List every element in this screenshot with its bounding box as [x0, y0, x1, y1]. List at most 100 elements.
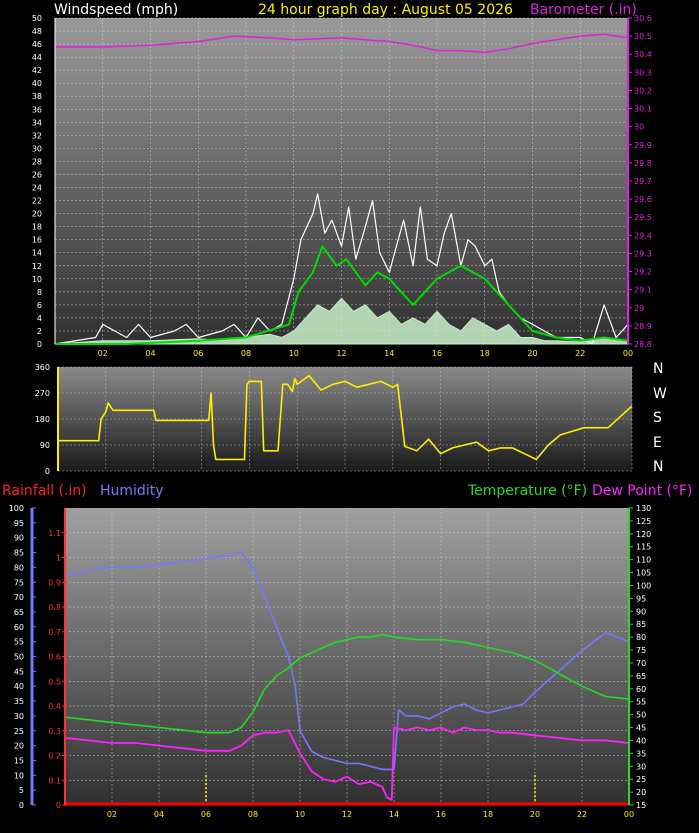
compass-label-north-top: N: [653, 361, 663, 377]
temperature-tick-label: 130: [636, 504, 651, 513]
windspeed-tick-label: 28: [32, 157, 42, 166]
barometer-tick-label: 29.2: [634, 268, 652, 277]
rainfall-tick-label: 0.9: [48, 578, 61, 587]
direction-tick-label: 0: [45, 467, 50, 476]
wind-time-label: 16: [432, 349, 442, 358]
humidity-tick-label: 50: [14, 653, 24, 662]
humidity-tick-label: 0: [19, 801, 24, 810]
barometer-tick-label: 30.6: [634, 14, 652, 23]
barometer-tick-label: 30.1: [634, 105, 652, 114]
humidity-tick-label: 10: [14, 771, 24, 780]
humidity-tick-label: 100: [9, 504, 24, 513]
rain-time-label: 10: [295, 810, 305, 819]
windspeed-tick-label: 24: [32, 184, 42, 193]
barometer-tick-label: 30.4: [634, 50, 652, 59]
compass-label-north-bottom: N: [653, 459, 663, 475]
temperature-tick-label: 110: [636, 556, 651, 565]
rain-time-label: 00: [624, 810, 634, 819]
rain-time-label: 18: [483, 810, 493, 819]
humidity-tick-label: 75: [14, 578, 24, 587]
wind-time-label: 22: [575, 349, 585, 358]
windspeed-tick-label: 34: [32, 118, 42, 127]
rainfall-tick-label: 0.7: [48, 628, 61, 637]
barometer-tick-label: 28.8: [634, 340, 652, 349]
barometer-tick-label: 29.8: [634, 159, 652, 168]
humidity-tick-label: 15: [14, 756, 24, 765]
temperature-tick-label: 105: [636, 569, 651, 578]
windspeed-axis-label: Windspeed (mph): [54, 2, 178, 18]
rain-time-label: 22: [577, 810, 587, 819]
temperature-tick-label: 100: [636, 581, 651, 590]
windspeed-tick-label: 6: [37, 301, 42, 310]
humidity-tick-label: 40: [14, 682, 24, 691]
humidity-tick-label: 65: [14, 608, 24, 617]
rainfall-tick-label: 1: [56, 554, 61, 563]
rainfall-tick-label: 0.3: [48, 727, 61, 736]
wind-time-label: 02: [98, 349, 108, 358]
windspeed-tick-label: 44: [32, 53, 42, 62]
direction-tick-label: 180: [35, 415, 50, 424]
windspeed-tick-label: 20: [32, 210, 42, 219]
temperature-tick-label: 30: [636, 762, 646, 771]
temperature-tick-label: 25: [636, 775, 646, 784]
windspeed-tick-label: 14: [32, 249, 42, 258]
temperature-tick-label: 45: [636, 724, 646, 733]
windspeed-tick-label: 22: [32, 197, 42, 206]
windspeed-tick-label: 18: [32, 223, 42, 232]
humidity-tick-label: 80: [14, 563, 24, 572]
windspeed-tick-label: 30: [32, 144, 42, 153]
direction-tick-label: 270: [35, 389, 50, 398]
temperature-tick-label: 60: [636, 685, 646, 694]
temperature-tick-label: 125: [636, 517, 651, 526]
wind-time-label: 12: [336, 349, 346, 358]
direction-tick-label: 360: [35, 363, 50, 372]
barometer-tick-label: 29.4: [634, 231, 652, 240]
rain-time-label: 16: [436, 810, 446, 819]
barometer-tick-label: 28.9: [634, 322, 652, 331]
humidity-tick-label: 90: [14, 534, 24, 543]
rainfall-tick-label: 0.8: [48, 603, 61, 612]
rain-time-label: 02: [107, 810, 117, 819]
rainfall-tick-label: 0.5: [48, 677, 61, 686]
temperature-tick-label: 35: [636, 749, 646, 758]
humidity-tick-label: 35: [14, 697, 24, 706]
windspeed-tick-label: 48: [32, 27, 42, 36]
windspeed-tick-label: 2: [37, 327, 42, 336]
temperature-tick-label: 20: [636, 788, 646, 797]
windspeed-tick-label: 0: [37, 340, 42, 349]
windspeed-tick-label: 38: [32, 92, 42, 101]
compass-label-east: E: [653, 435, 662, 451]
barometer-tick-label: 29.7: [634, 177, 652, 186]
humidity-tick-label: 20: [14, 742, 24, 751]
temperature-tick-label: 40: [636, 736, 646, 745]
barometer-tick-label: 29.1: [634, 286, 652, 295]
dewpoint-axis-label: Dew Point (°F): [592, 483, 692, 499]
barometer-tick-label: 29.5: [634, 213, 652, 222]
temperature-axis-label: Temperature (°F): [467, 483, 587, 499]
humidity-tick-label: 85: [14, 549, 24, 558]
rain-time-label: 20: [530, 810, 540, 819]
barometer-tick-label: 29: [634, 304, 644, 313]
humidity-axis-label: Humidity: [100, 483, 163, 499]
wind-time-label: 20: [527, 349, 537, 358]
humidity-tick-label: 5: [19, 786, 24, 795]
rainfall-tick-label: 0.1: [48, 776, 61, 785]
wind-time-label: 18: [480, 349, 490, 358]
wind-time-label: 10: [289, 349, 299, 358]
rain-time-label: 08: [248, 810, 258, 819]
windspeed-tick-label: 42: [32, 66, 42, 75]
humidity-tick-label: 60: [14, 623, 24, 632]
temperature-tick-label: 85: [636, 620, 646, 629]
wind-time-label: 00: [623, 349, 633, 358]
humidity-tick-label: 45: [14, 667, 24, 676]
temperature-tick-label: 65: [636, 672, 646, 681]
weather-graph: Windspeed (mph) 24 hour graph day : Augu…: [2, 2, 692, 819]
barometer-axis-label: Barometer (.in): [530, 2, 637, 18]
humidity-tick-label: 30: [14, 712, 24, 721]
windspeed-tick-label: 36: [32, 105, 42, 114]
temperature-tick-label: 50: [636, 711, 646, 720]
windspeed-tick-label: 10: [32, 275, 42, 284]
compass-label-west: W: [653, 386, 667, 402]
barometer-tick-label: 30: [634, 123, 644, 132]
temperature-tick-label: 15: [636, 801, 646, 810]
